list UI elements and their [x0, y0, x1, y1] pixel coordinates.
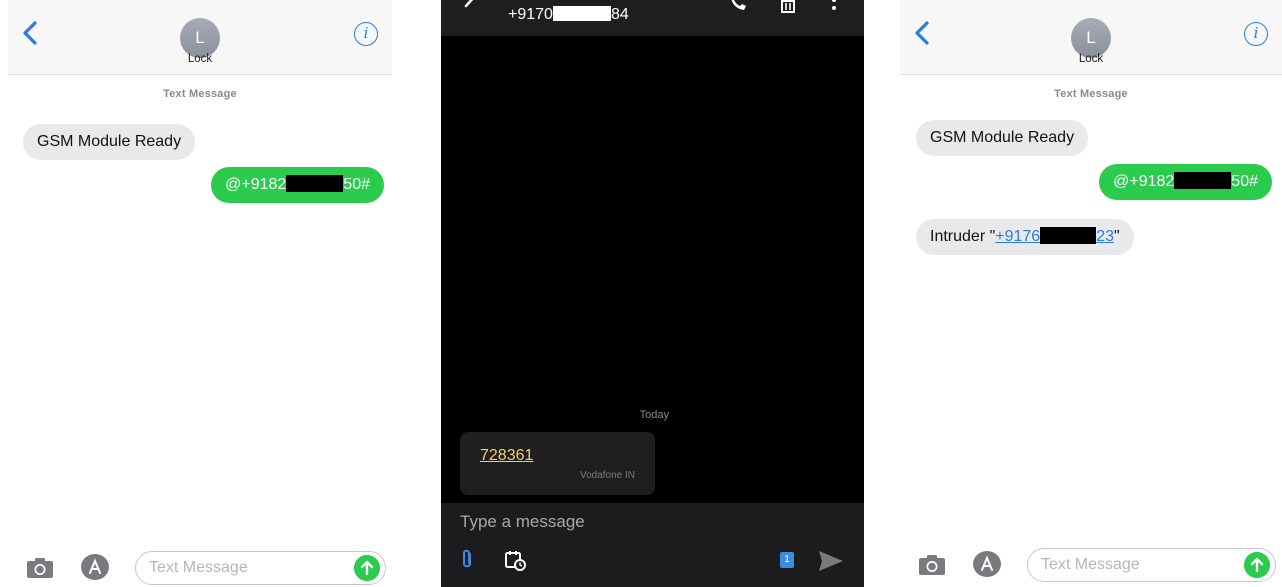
back-chevron-icon[interactable] [910, 18, 936, 48]
incoming-message[interactable]: Intruder "+9176 23" [916, 219, 1134, 255]
camera-icon[interactable] [918, 554, 946, 576]
message-text: GSM Module Ready [930, 129, 1075, 146]
back-chevron-icon[interactable] [18, 18, 44, 48]
message-text-start: @+9182 [225, 176, 287, 193]
avatar[interactable]: L [180, 18, 220, 58]
delete-icon[interactable] [780, 0, 796, 14]
schedule-icon[interactable] [504, 549, 526, 571]
conversation-header: L Lock i [8, 0, 392, 75]
compose-bar: Text Message [8, 547, 392, 587]
number-end: 84 [610, 6, 629, 23]
compose-bar: Text Message [900, 544, 1282, 584]
redaction-bar [286, 175, 344, 192]
camera-icon[interactable] [26, 557, 54, 579]
more-icon[interactable] [830, 0, 838, 14]
input-placeholder: Text Message [149, 559, 248, 576]
link-text-end: 23 [1096, 228, 1114, 245]
redaction-bar [552, 6, 611, 21]
contact-name[interactable]: Lock [8, 53, 392, 65]
input-placeholder: Text Message [1041, 556, 1140, 573]
conversation-header: L Lock i [900, 0, 1282, 75]
send-arrow-icon[interactable] [818, 550, 844, 572]
compose-area: Type a message 1 [441, 503, 864, 587]
incoming-message[interactable]: GSM Module Ready [916, 120, 1089, 156]
redaction-bar [1040, 227, 1097, 244]
contact-name[interactable]: Lock [900, 53, 1282, 65]
message-text-start: @+9182 [1113, 173, 1175, 190]
message-text-end: 50# [1231, 173, 1258, 190]
avatar-initial: L [1086, 28, 1096, 47]
send-arrow-icon[interactable] [354, 555, 380, 581]
app-store-icon[interactable] [80, 553, 110, 581]
app-store-icon[interactable] [972, 550, 1002, 578]
avatar-initial: L [195, 28, 205, 47]
message-text-end: 50# [343, 176, 370, 193]
message-input[interactable]: Type a message [460, 512, 585, 532]
android-conversation: +9170 84 Today 728361 Vodafone IN Type a … [441, 0, 864, 587]
sim-icon[interactable]: 1 [780, 552, 794, 568]
message-text: GSM Module Ready [37, 133, 182, 150]
outgoing-message[interactable]: @+9182 50# [211, 167, 384, 203]
info-icon[interactable]: i [354, 22, 378, 46]
sender-label: Vodafone IN [579, 470, 635, 481]
android-top-bar: +9170 84 [441, 0, 864, 36]
phone-icon[interactable] [728, 0, 748, 14]
send-arrow-icon[interactable] [1244, 552, 1270, 578]
thread-label: Text Message [1054, 88, 1128, 100]
thread-label: Text Message [163, 88, 237, 100]
otp-code-link[interactable]: 728361 [480, 447, 533, 465]
back-arrow-icon[interactable] [463, 0, 485, 14]
incoming-message[interactable]: GSM Module Ready [23, 124, 196, 160]
attach-icon[interactable] [460, 549, 474, 571]
date-divider: Today [639, 409, 669, 421]
ios-conversation-left: L Lock i Text Message GSM Module Ready @… [8, 0, 392, 587]
outgoing-message[interactable]: @+9182 50# [1099, 164, 1272, 200]
message-input[interactable]: Text Message [1027, 548, 1276, 582]
avatar[interactable]: L [1071, 18, 1111, 58]
phone-number-link[interactable]: +9176 23 [995, 227, 1114, 245]
message-input[interactable]: Text Message [135, 551, 386, 585]
contact-number: +9170 84 [508, 6, 629, 24]
redaction-bar [1174, 172, 1232, 189]
incoming-message[interactable]: 728361 Vodafone IN [460, 432, 655, 495]
message-text-end: " [1114, 228, 1120, 245]
message-text-start: Intruder " [930, 228, 996, 245]
ios-conversation-right: L Lock i Text Message GSM Module Ready @… [900, 0, 1282, 587]
link-text-start: +9176 [995, 228, 1041, 245]
number-start: +9170 [508, 6, 553, 23]
info-icon[interactable]: i [1244, 22, 1268, 46]
